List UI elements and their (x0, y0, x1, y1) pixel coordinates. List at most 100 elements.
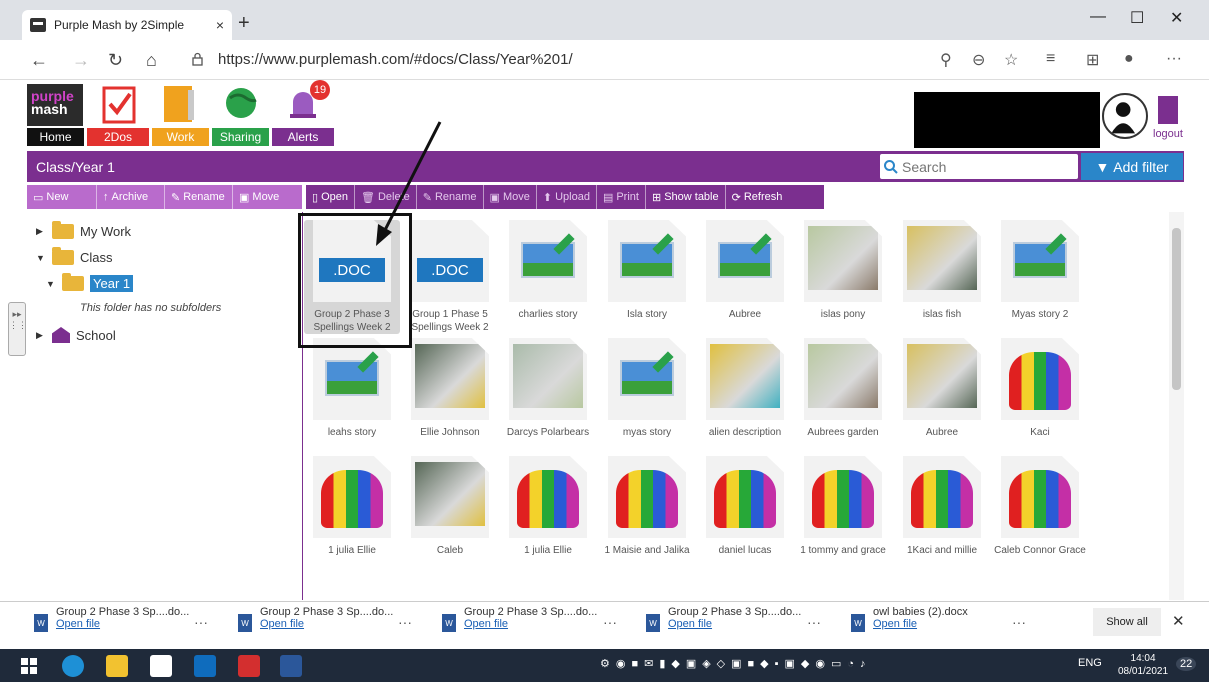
file-item[interactable]: 1 tommy and grace (795, 456, 891, 557)
nav-tab-home[interactable]: Home (27, 128, 84, 146)
file-item[interactable]: myas story (599, 338, 695, 439)
file-item[interactable]: alien description (697, 338, 793, 439)
download-more-icon[interactable]: ··· (807, 614, 821, 630)
work-folder-icon[interactable] (158, 82, 200, 124)
open-button[interactable]: ▯ Open (306, 185, 355, 209)
tree-item-year1[interactable]: ▼ Year 1 (46, 273, 134, 292)
profile-icon[interactable]: ● (1124, 50, 1134, 68)
open-file-link[interactable]: Open file (464, 618, 597, 630)
lock-icon[interactable] (192, 52, 203, 66)
tab-close-icon[interactable]: × (216, 17, 224, 33)
file-item[interactable]: Kaci (992, 338, 1088, 439)
show-table-button[interactable]: ⊞ Show table (646, 185, 726, 209)
menu-more-icon[interactable]: ··· (1166, 50, 1182, 68)
logout-link[interactable]: logout (1153, 128, 1183, 140)
minimize-icon[interactable]: — (1090, 8, 1106, 26)
search-box[interactable] (880, 154, 1078, 179)
open-file-link[interactable]: Open file (873, 618, 968, 630)
print-button[interactable]: ▤ Print (597, 185, 646, 209)
download-more-icon[interactable]: ··· (1012, 614, 1026, 630)
download-item[interactable]: W Group 2 Phase 3 Sp....do... Open file (442, 606, 597, 642)
system-tray-icons[interactable]: ⚙◉■✉▮◆▣◈◇▣■◆▪▣◆◉▭◔♪ (600, 657, 872, 670)
file-explorer-icon[interactable] (106, 655, 128, 677)
download-item[interactable]: W Group 2 Phase 3 Sp....do... Open file (34, 606, 189, 642)
file-item[interactable]: 1 Maisie and Jalika (599, 456, 695, 557)
favorites-list-icon[interactable]: ≡ (1046, 50, 1055, 68)
refresh-button[interactable]: ⟳ Refresh (726, 185, 789, 209)
purplemash-logo[interactable]: purple mash (27, 84, 83, 126)
file-item[interactable]: 1Kaci and millie (894, 456, 990, 557)
file-item[interactable]: Aubree (894, 338, 990, 439)
back-icon[interactable]: ← (30, 50, 48, 71)
todo-clipboard-icon[interactable] (98, 82, 140, 124)
new-folder-button[interactable]: ▭ New (27, 185, 97, 209)
open-file-link[interactable]: Open file (56, 618, 189, 630)
file-item[interactable]: daniel lucas (697, 456, 793, 557)
maximize-icon[interactable]: ☐ (1130, 8, 1144, 28)
move-folder-button[interactable]: ▣ Move (233, 185, 302, 209)
file-item[interactable]: 1 julia Ellie (304, 456, 400, 557)
open-file-link[interactable]: Open file (260, 618, 393, 630)
sharing-globe-icon[interactable] (220, 82, 262, 124)
windows-start-icon[interactable] (18, 655, 40, 677)
download-item[interactable]: W Group 2 Phase 3 Sp....do... Open file (238, 606, 393, 642)
url-text[interactable]: https://www.purplemash.com/#docs/Class/Y… (218, 51, 573, 68)
scrollbar-thumb[interactable] (1172, 228, 1181, 390)
move-file-button[interactable]: ▣ Move (484, 185, 537, 209)
nav-tab-2dos[interactable]: 2Dos (87, 128, 149, 146)
expand-arrow-icon[interactable]: ▶ (36, 226, 46, 237)
tree-item-school[interactable]: ▶ School (36, 327, 116, 343)
browser-tab[interactable]: Purple Mash by 2Simple × (22, 10, 232, 40)
expand-arrow-icon[interactable]: ▶ (36, 330, 46, 341)
nav-tab-work[interactable]: Work (152, 128, 209, 146)
download-more-icon[interactable]: ··· (194, 614, 208, 630)
file-item[interactable]: Myas story 2 (992, 220, 1088, 321)
search-input[interactable] (902, 158, 1062, 175)
downloads-close-icon[interactable]: ✕ (1172, 612, 1185, 630)
download-item[interactable]: W Group 2 Phase 3 Sp....do... Open file (646, 606, 801, 642)
user-avatar[interactable] (1102, 93, 1148, 139)
rename-folder-button[interactable]: ✎ Rename (165, 185, 233, 209)
file-item[interactable]: charlies story (500, 220, 596, 321)
show-all-downloads-button[interactable]: Show all (1093, 608, 1161, 636)
window-close-icon[interactable]: ✕ (1170, 8, 1183, 28)
open-file-link[interactable]: Open file (668, 618, 801, 630)
download-item[interactable]: W owl babies (2).docx Open file (851, 606, 968, 642)
collapse-arrow-icon[interactable]: ▼ (36, 253, 46, 263)
file-item[interactable]: Isla story (599, 220, 695, 321)
store-icon[interactable] (150, 655, 172, 677)
file-item[interactable]: Ellie Johnson (402, 338, 498, 439)
nav-tab-sharing[interactable]: Sharing (212, 128, 269, 146)
file-item[interactable]: Caleb Connor Grace (992, 456, 1088, 557)
acrobat-icon[interactable] (238, 655, 260, 677)
add-filter-button[interactable]: ▼ Add filter (1081, 153, 1183, 180)
sidebar-collapse-handle[interactable]: ▸▸ ⋮⋮ (8, 302, 27, 356)
forward-icon[interactable]: → (72, 50, 90, 71)
tree-item-my-work[interactable]: ▶ My Work (36, 221, 131, 239)
zoom-icon[interactable]: ⊖ (972, 50, 985, 70)
language-indicator[interactable]: ENG (1078, 657, 1102, 669)
logout-door-icon[interactable] (1158, 96, 1178, 124)
word-icon[interactable] (280, 655, 302, 677)
nav-tab-alerts[interactable]: Alerts (272, 128, 334, 146)
file-item[interactable]: islas pony (795, 220, 891, 321)
file-item[interactable]: Darcys Polarbears (500, 338, 596, 439)
new-tab-icon[interactable]: + (238, 12, 250, 35)
outlook-icon[interactable] (194, 655, 216, 677)
download-more-icon[interactable]: ··· (398, 614, 412, 630)
favorite-star-icon[interactable]: ☆ (1004, 50, 1018, 70)
edge-browser-icon[interactable] (62, 655, 84, 677)
file-item[interactable]: Aubree (697, 220, 793, 321)
download-more-icon[interactable]: ··· (603, 614, 617, 630)
tree-item-class[interactable]: ▼ Class (36, 247, 113, 265)
file-item[interactable]: leahs story (304, 338, 400, 439)
taskbar-clock[interactable]: 14:04 08/01/2021 (1118, 652, 1168, 678)
collections-icon[interactable]: ⊞ (1086, 50, 1099, 70)
upload-button[interactable]: ⬆ Upload (537, 185, 597, 209)
archive-folder-button[interactable]: ↑ Archive (97, 185, 165, 209)
reload-icon[interactable]: ↻ (108, 50, 123, 71)
home-icon[interactable]: ⌂ (146, 50, 157, 71)
file-item[interactable]: 1 julia Ellie (500, 456, 596, 557)
file-item[interactable]: Caleb (402, 456, 498, 557)
collapse-arrow-icon[interactable]: ▼ (46, 279, 56, 289)
